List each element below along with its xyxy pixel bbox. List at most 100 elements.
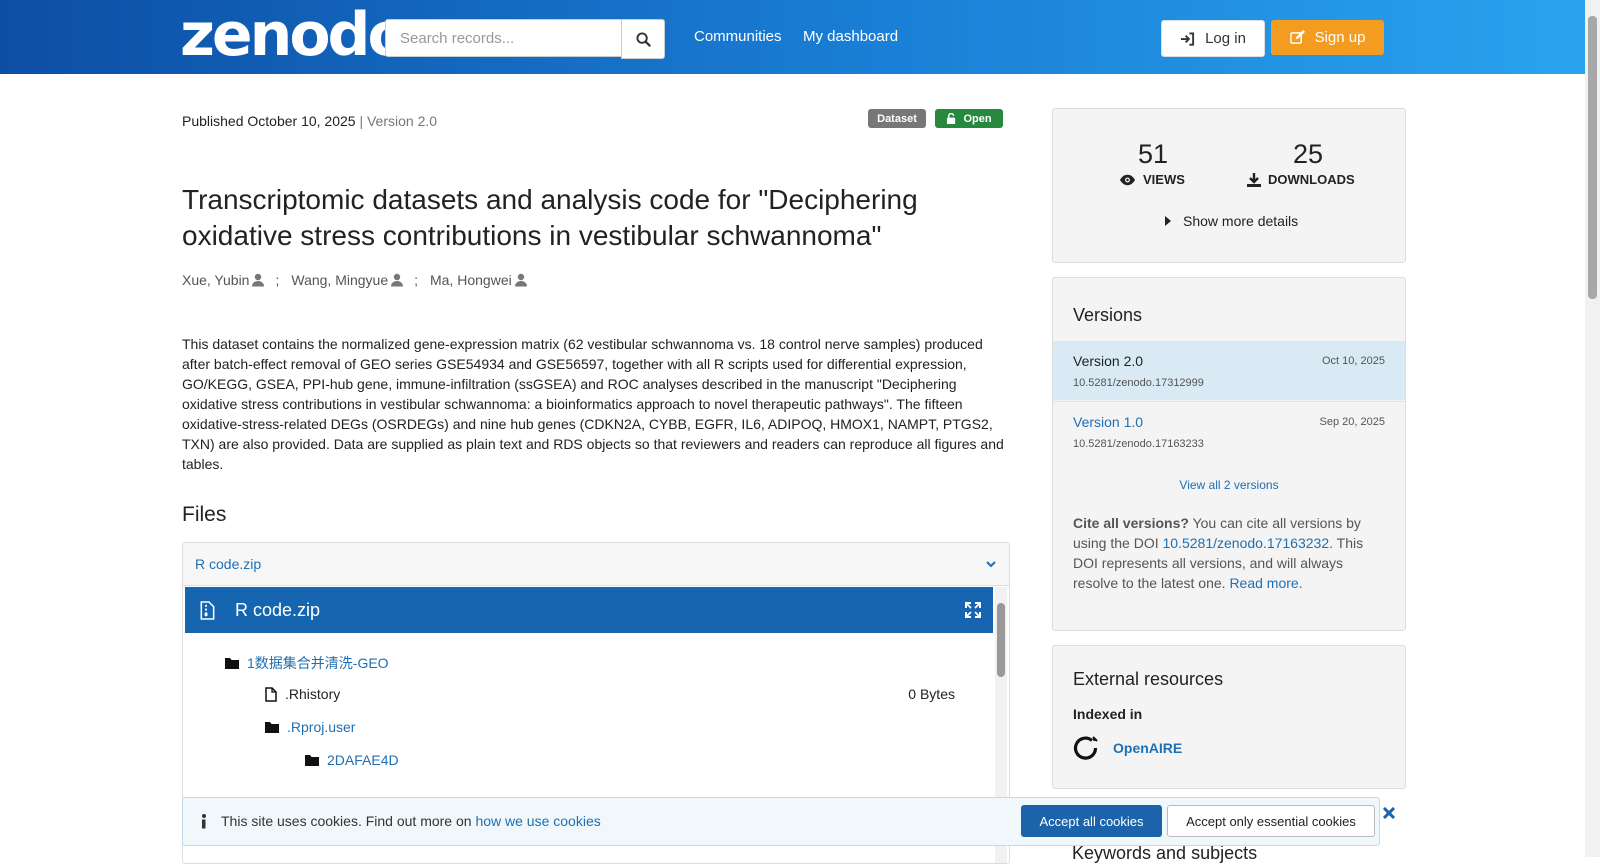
file-archive-icon — [200, 600, 215, 620]
user-icon — [514, 273, 527, 287]
tree-folder[interactable]: 1数据集合并清洗-GEO — [225, 653, 389, 673]
preview-filename: R code.zip — [235, 599, 321, 620]
version-item[interactable]: Version 2.0 Oct 10, 2025 10.5281/zenodo.… — [1053, 341, 1405, 400]
publication-info: Published October 10, 2025 | Version 2.0 — [182, 113, 437, 129]
view-all-versions-link[interactable]: View all 2 versions — [1053, 478, 1405, 492]
downloads-label-text: DOWNLOADS — [1268, 172, 1355, 187]
login-label: Log in — [1205, 30, 1246, 47]
author-name: Wang, Mingyue — [291, 272, 389, 288]
cookie-message-text: This site uses cookies. Find out more on — [221, 813, 476, 829]
file-preview-header: R code.zip — [185, 587, 993, 633]
folder-icon — [305, 755, 319, 766]
sign-in-icon — [1181, 31, 1195, 46]
version-doi: 10.5281/zenodo.17163233 — [1073, 438, 1204, 450]
eye-icon — [1119, 174, 1136, 185]
close-icon[interactable] — [1383, 807, 1395, 819]
external-resources-card: External resources Indexed in OpenAIRE — [1052, 645, 1406, 789]
version-item[interactable]: Version 1.0 Sep 20, 2025 10.5281/zenodo.… — [1053, 401, 1405, 461]
downloads-count: 25 — [1292, 139, 1324, 169]
tree-item-name[interactable]: .Rproj.user — [287, 719, 355, 735]
views-label-text: VIEWS — [1143, 172, 1185, 187]
read-more-link[interactable]: Read more. — [1229, 575, 1302, 591]
access-badge[interactable]: Open — [935, 109, 1003, 128]
user-icon — [391, 273, 404, 287]
info-icon — [202, 814, 206, 829]
file-icon — [265, 686, 277, 702]
version-date: Oct 10, 2025 — [1322, 355, 1385, 367]
tree-item-name: .Rhistory — [285, 686, 341, 702]
cite-heading: Cite all versions? — [1073, 515, 1189, 531]
tree-folder[interactable]: .Rproj.user — [265, 719, 355, 735]
user-icon — [252, 273, 265, 287]
file-selector[interactable]: R code.zip — [183, 543, 1009, 586]
indexed-in-label: Indexed in — [1073, 706, 1143, 722]
resource-type-badge[interactable]: Dataset — [868, 109, 926, 128]
edit-icon — [1289, 30, 1305, 44]
signup-label: Sign up — [1314, 29, 1366, 46]
cookie-policy-link[interactable]: how we use cookies — [475, 813, 600, 829]
author-name: Xue, Yubin — [182, 272, 250, 288]
accept-essential-cookies-button[interactable]: Accept only essential cookies — [1167, 805, 1375, 837]
version-date: Sep 20, 2025 — [1319, 416, 1385, 428]
nav-my-dashboard[interactable]: My dashboard — [803, 28, 898, 45]
login-button[interactable]: Log in — [1161, 20, 1265, 57]
selected-file-link[interactable]: R code.zip — [195, 556, 261, 572]
caret-right-icon — [1165, 216, 1171, 226]
top-header: zenodo Communities My dashboard Log in S… — [0, 0, 1600, 74]
cookie-banner: This site uses cookies. Find out more on… — [182, 797, 1395, 846]
cite-all-versions: Cite all versions? You can cite all vers… — [1073, 513, 1373, 593]
external-resources-heading: External resources — [1073, 669, 1224, 689]
author-item[interactable]: Xue, Yubin — [182, 272, 265, 288]
version-label: | Version 2.0 — [359, 113, 438, 129]
author-name: Ma, Hongwei — [430, 272, 512, 288]
keywords-heading: Keywords and subjects — [1072, 843, 1258, 863]
publication-date: Published October 10, 2025 — [182, 113, 356, 129]
version-doi: 10.5281/zenodo.17312999 — [1073, 377, 1204, 389]
search-bar — [385, 19, 665, 59]
tree-file: .Rhistory 0 Bytes — [265, 686, 995, 702]
version-name-link[interactable]: Version 1.0 — [1073, 414, 1143, 430]
search-icon — [636, 31, 651, 47]
tree-item-name[interactable]: 1数据集合并清洗-GEO — [247, 653, 389, 673]
downloads-label: DOWNLOADS — [1247, 172, 1355, 187]
search-input[interactable] — [385, 19, 622, 57]
search-button[interactable] — [621, 19, 665, 59]
unlock-icon — [947, 113, 956, 124]
page-scrollbar-thumb[interactable] — [1588, 16, 1597, 299]
files-heading: Files — [182, 503, 227, 526]
authors-list: Xue, Yubin ; Wang, Mingyue ; Ma, Hongwei — [182, 272, 528, 288]
concept-doi-link[interactable]: 10.5281/zenodo.17163232 — [1163, 535, 1330, 551]
show-more-details[interactable]: Show more details — [1165, 213, 1298, 229]
versions-card: Versions Version 2.0 Oct 10, 2025 10.528… — [1052, 277, 1406, 631]
versions-heading: Versions — [1073, 305, 1143, 325]
author-item[interactable]: Wang, Mingyue — [291, 272, 404, 288]
openaire-link[interactable]: OpenAIRE — [1073, 735, 1182, 761]
preview-scrollbar-thumb[interactable] — [997, 603, 1005, 677]
zenodo-logo[interactable]: zenodo — [180, 4, 409, 66]
openaire-label[interactable]: OpenAIRE — [1113, 740, 1182, 756]
version-name: Version 2.0 — [1073, 353, 1144, 369]
openaire-icon — [1073, 736, 1098, 760]
record-description: This dataset contains the normalized gen… — [182, 336, 1004, 472]
page-scrollbar[interactable] — [1585, 0, 1600, 857]
folder-icon — [265, 722, 279, 733]
nav-communities[interactable]: Communities — [694, 28, 782, 45]
expand-icon[interactable] — [965, 602, 981, 618]
author-item[interactable]: Ma, Hongwei — [430, 272, 528, 288]
author-separator: ; — [414, 272, 419, 288]
stats-card: 51 VIEWS 25 DOWNLOADS Show more details — [1052, 108, 1406, 263]
accept-all-cookies-button[interactable]: Accept all cookies — [1021, 805, 1162, 837]
file-size: 0 Bytes — [908, 686, 955, 702]
folder-icon — [225, 658, 239, 669]
cookie-message: This site uses cookies. Find out more on… — [221, 813, 601, 829]
views-count: 51 — [1137, 139, 1169, 169]
signup-button[interactable]: Sign up — [1271, 20, 1384, 55]
access-label: Open — [963, 112, 992, 125]
views-label: VIEWS — [1119, 172, 1185, 187]
tree-item-name[interactable]: 2DAFAE4D — [327, 752, 399, 768]
author-separator: ; — [275, 272, 280, 288]
show-more-details-label: Show more details — [1183, 213, 1299, 229]
download-icon — [1247, 172, 1261, 187]
tree-folder[interactable]: 2DAFAE4D — [305, 752, 399, 768]
record-title: Transcriptomic datasets and analysis cod… — [182, 184, 918, 251]
